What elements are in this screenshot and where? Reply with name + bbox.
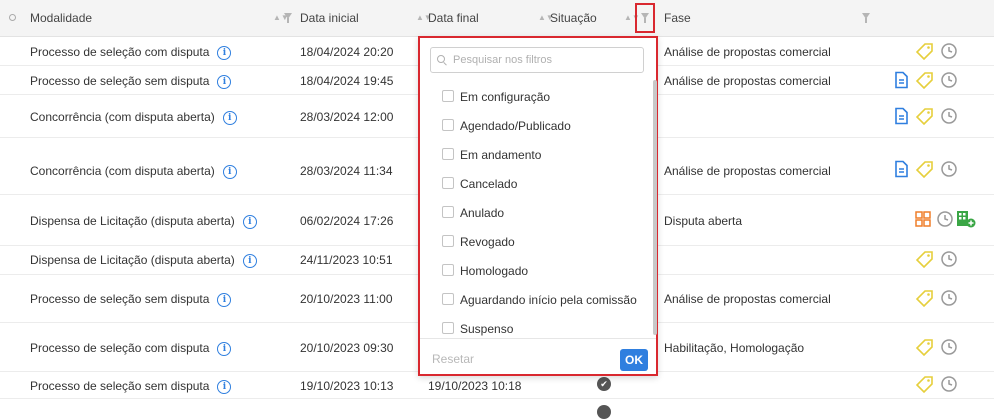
filter-option-label: Em configuração — [460, 90, 551, 104]
reset-button[interactable]: Resetar — [432, 352, 474, 366]
checkbox[interactable] — [442, 148, 454, 160]
checkbox[interactable] — [442, 322, 454, 334]
check-circle-icon: ✔ — [597, 377, 611, 391]
data-inicial-text: 28/03/2024 11:34 — [300, 164, 393, 178]
filter-icon[interactable] — [862, 13, 870, 23]
table-header: Modalidade ▲▼ Data inicial ▲▼ Data final… — [0, 0, 994, 37]
clock-icon[interactable] — [940, 107, 958, 125]
filter-footer: Resetar OK — [420, 338, 656, 377]
modalidade-text: Processo de seleção sem disputa — [30, 292, 210, 306]
filter-option-label: Anulado — [460, 206, 505, 220]
info-icon[interactable]: i — [222, 164, 237, 179]
clock-icon[interactable] — [940, 160, 958, 178]
data-inicial-text: 20/10/2023 11:00 — [300, 292, 393, 306]
info-icon[interactable]: i — [242, 253, 257, 268]
filter-option-label: Aguardando início pela comissão — [460, 293, 637, 307]
grid-icon[interactable] — [914, 210, 932, 228]
clock-icon[interactable] — [940, 250, 958, 268]
info-icon[interactable]: i — [217, 341, 232, 356]
modalidade-text: Processo de seleção sem disputa — [30, 74, 210, 88]
filter-icon[interactable] — [284, 13, 292, 23]
modalidade-text: Processo de seleção com disputa — [30, 45, 210, 59]
check-circle-icon — [597, 405, 611, 419]
data-inicial-text: 20/10/2023 09:30 — [300, 341, 394, 355]
checkbox[interactable] — [442, 293, 454, 305]
data-final-text: 19/10/2023 10:18 — [428, 379, 522, 393]
info-icon[interactable]: i — [217, 379, 232, 394]
search-icon[interactable] — [9, 14, 16, 21]
tag-icon[interactable] — [916, 250, 934, 268]
column-header-fase[interactable]: Fase — [664, 0, 691, 36]
clock-icon[interactable] — [940, 338, 958, 356]
search-icon — [437, 55, 445, 63]
document-icon[interactable] — [892, 107, 910, 125]
clock-icon[interactable] — [936, 210, 954, 228]
checkbox[interactable] — [442, 90, 454, 102]
ok-button[interactable]: OK — [620, 349, 648, 371]
data-inicial-text: 18/04/2024 20:20 — [300, 45, 394, 59]
filter-option-label: Em andamento — [460, 148, 542, 162]
tag-icon[interactable] — [916, 338, 934, 356]
fase-text: Análise de propostas comercial — [664, 45, 831, 59]
column-header-data-final[interactable]: Data final — [428, 0, 479, 36]
situacao-filter-dropdown: Em configuração Agendado/Publicado Em an… — [418, 36, 658, 376]
tag-icon[interactable] — [916, 42, 934, 60]
data-inicial-text: 28/03/2024 12:00 — [300, 110, 394, 124]
tag-icon[interactable] — [916, 107, 934, 125]
document-icon[interactable] — [892, 71, 910, 89]
tag-icon[interactable] — [916, 375, 934, 393]
tag-icon[interactable] — [916, 289, 934, 307]
info-icon[interactable]: i — [217, 292, 232, 307]
fase-text: Habilitação, Homologação — [664, 341, 805, 355]
info-icon[interactable]: i — [222, 110, 237, 125]
fase-text: Análise de propostas comercial — [664, 74, 831, 88]
scrollbar[interactable] — [653, 80, 657, 335]
modalidade-text: Dispensa de Licitação (disputa aberta) — [30, 214, 235, 228]
checkbox[interactable] — [442, 264, 454, 276]
modalidade-text: Processo de seleção com disputa — [30, 341, 210, 355]
info-icon[interactable]: i — [217, 45, 232, 60]
modalidade-text: Concorrência (com disputa aberta) — [30, 164, 215, 178]
info-icon[interactable]: i — [242, 214, 257, 229]
clock-icon[interactable] — [940, 375, 958, 393]
filter-option-label: Revogado — [460, 235, 515, 249]
fase-text: Análise de propostas comercial — [664, 292, 831, 306]
checkbox[interactable] — [442, 119, 454, 131]
fase-text: Disputa aberta — [664, 214, 743, 228]
filter-option-label: Suspenso — [460, 322, 514, 336]
data-inicial-text: 18/04/2024 19:45 — [300, 74, 394, 88]
modalidade-text: Processo de seleção sem disputa — [30, 379, 210, 393]
checkbox[interactable] — [442, 177, 454, 189]
data-inicial-text: 24/11/2023 10:51 — [300, 253, 393, 267]
table-row-partial — [0, 399, 994, 419]
clock-icon[interactable] — [940, 42, 958, 60]
filter-option-label: Agendado/Publicado — [460, 119, 571, 133]
document-icon[interactable] — [892, 160, 910, 178]
column-header-data-inicial[interactable]: Data inicial — [300, 0, 359, 36]
info-icon[interactable]: i — [217, 74, 232, 89]
modalidade-text: Concorrência (com disputa aberta) — [30, 110, 215, 124]
data-inicial-text: 19/10/2023 10:13 — [300, 379, 394, 393]
column-header-modalidade[interactable]: Modalidade — [30, 0, 92, 36]
clock-icon[interactable] — [940, 289, 958, 307]
clock-icon[interactable] — [940, 71, 958, 89]
tag-icon[interactable] — [916, 160, 934, 178]
filter-search-input[interactable] — [430, 47, 644, 73]
filter-option-label: Cancelado — [460, 177, 518, 191]
checkbox[interactable] — [442, 235, 454, 247]
fase-text: Análise de propostas comercial — [664, 164, 831, 178]
data-inicial-text: 06/02/2024 17:26 — [300, 214, 394, 228]
filter-highlight — [635, 3, 655, 33]
checkbox[interactable] — [442, 206, 454, 218]
modalidade-text: Dispensa de Licitação (disputa aberta) — [30, 253, 235, 267]
tag-icon[interactable] — [916, 71, 934, 89]
column-header-situacao[interactable]: Situação — [550, 0, 597, 36]
building-add-icon[interactable] — [956, 210, 976, 228]
filter-option-label: Homologado — [460, 264, 529, 278]
